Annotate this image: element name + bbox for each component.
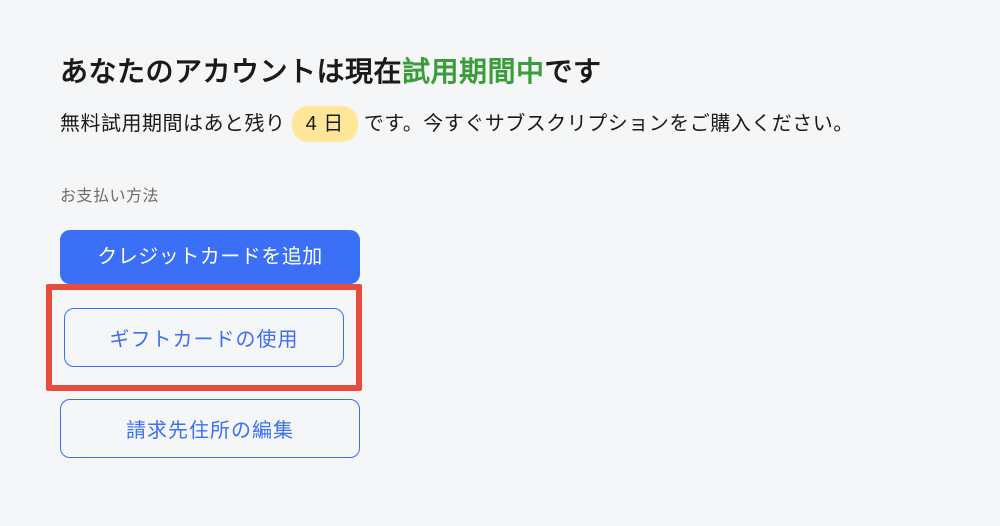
heading-suffix: です	[545, 56, 602, 87]
payment-method-section: お支払い方法 クレジットカードを追加 ギフトカードの使用 請求先住所の編集	[60, 182, 940, 458]
description-before-badge: 無料試用期間はあと残り	[60, 113, 286, 135]
use-gift-card-button[interactable]: ギフトカードの使用	[64, 308, 344, 367]
description-after-badge: です。今すぐサブスクリプションをご購入ください。	[364, 113, 854, 135]
days-remaining-badge: 4 日	[292, 106, 358, 142]
trial-description: 無料試用期間はあと残り 4 日 です。今すぐサブスクリプションをご購入ください。	[60, 106, 940, 142]
gift-card-highlight-frame: ギフトカードの使用	[46, 284, 362, 391]
payment-method-label: お支払い方法	[60, 182, 940, 206]
add-credit-card-button[interactable]: クレジットカードを追加	[60, 230, 360, 284]
edit-billing-address-button[interactable]: 請求先住所の編集	[60, 399, 360, 458]
heading-prefix: あなたのアカウントは現在	[60, 56, 402, 87]
heading-highlight: 試用期間中	[402, 56, 545, 87]
account-status-heading: あなたのアカウントは現在試用期間中です	[60, 50, 940, 90]
payment-button-group: クレジットカードを追加	[60, 230, 360, 284]
